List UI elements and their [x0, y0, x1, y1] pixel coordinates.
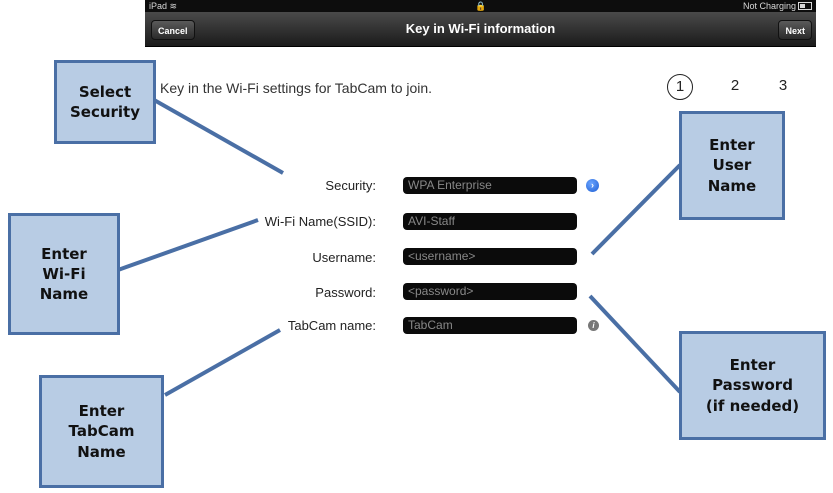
callout-enter-wifi-name: Enter Wi-Fi Name: [8, 213, 120, 335]
connector-username: [590, 163, 682, 256]
callout-enter-user-name: Enter User Name: [679, 111, 785, 220]
callout-select-security: Select Security: [54, 60, 156, 144]
connector-tabcam: [164, 328, 281, 397]
callout-enter-password: Enter Password (if needed): [679, 331, 826, 440]
callout-enter-tabcam-name: Enter TabCam Name: [39, 375, 164, 488]
connector-security: [139, 90, 284, 175]
connector-password: [588, 294, 682, 394]
connector-wifi: [117, 218, 259, 272]
